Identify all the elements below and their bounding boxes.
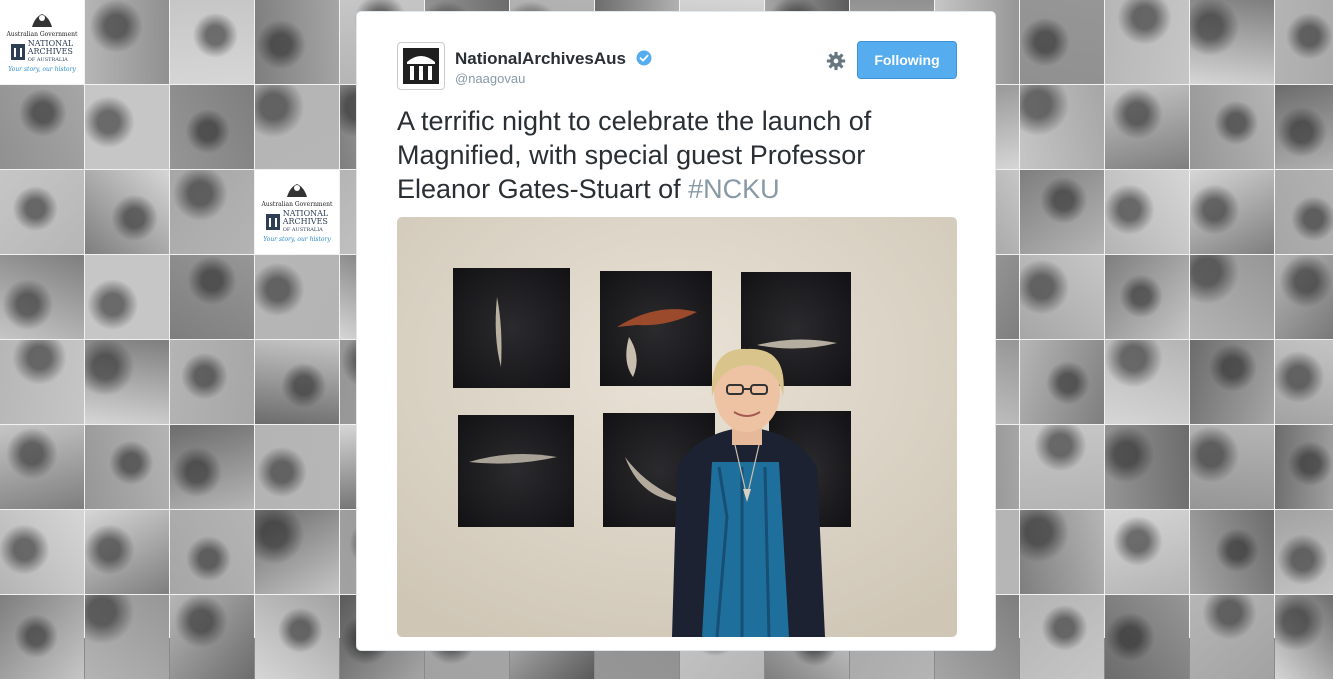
verified-badge-icon: [636, 50, 652, 66]
archive-photo-tile: [1275, 340, 1333, 424]
archive-photo-tile: [1275, 425, 1333, 509]
archive-photo-tile: [255, 255, 339, 339]
archive-photo-tile: [85, 255, 169, 339]
archive-photo-tile: [0, 340, 84, 424]
archive-photo-tile: [255, 85, 339, 169]
archive-photo-tile: [1105, 255, 1189, 339]
archive-photo-tile: [0, 170, 84, 254]
following-button[interactable]: Following: [857, 41, 957, 79]
archive-photo-tile: [1275, 255, 1333, 339]
archive-photo-tile: [0, 510, 84, 594]
archive-photo-tile: [1190, 255, 1274, 339]
archive-photo-tile: [1190, 340, 1274, 424]
archive-photo-tile: [1020, 85, 1104, 169]
archive-photo-tile: [1105, 85, 1189, 169]
archive-photo-tile: [1020, 510, 1104, 594]
archive-photo-tile: [1105, 340, 1189, 424]
archive-photo-tile: [255, 0, 339, 84]
archives-mark-icon: [10, 44, 25, 60]
archive-photo-tile: [1020, 255, 1104, 339]
archive-photo-tile: [170, 510, 254, 594]
gear-icon[interactable]: [825, 50, 847, 72]
coat-of-arms-icon: [32, 14, 52, 27]
tweet-body: A terrific night to celebrate the launch…: [397, 106, 872, 204]
logo-tagline: Your story, our history: [263, 236, 331, 243]
archive-photo-tile: [0, 85, 84, 169]
archive-photo-tile: [85, 425, 169, 509]
archive-photo-tile: [1190, 85, 1274, 169]
archive-photo-tile: [1105, 0, 1189, 84]
archive-photo-tile: [1020, 595, 1104, 679]
archive-photo-tile: [1190, 425, 1274, 509]
logo-government-text: Australian Government: [6, 31, 78, 38]
logo-government-text: Australian Government: [261, 201, 333, 208]
archive-photo-tile: [1190, 170, 1274, 254]
logo-name-line2: ARCHIVES: [27, 47, 73, 56]
tweet-text: A terrific night to celebrate the launch…: [397, 104, 957, 206]
archive-photo-tile: [85, 510, 169, 594]
national-archives-building-icon: [403, 48, 439, 84]
archive-photo-tile: [170, 170, 254, 254]
archive-photo-tile: [1275, 170, 1333, 254]
avatar[interactable]: [397, 42, 445, 90]
coat-of-arms-icon: [287, 184, 307, 197]
archive-photo-tile: [1020, 0, 1104, 84]
logo-name-line2: ARCHIVES: [282, 217, 328, 226]
archive-photo-tile: [1275, 510, 1333, 594]
logo-name-line3: OF AUSTRALIA: [27, 57, 68, 63]
archive-photo-tile: [170, 255, 254, 339]
archive-photo-tile: [1190, 510, 1274, 594]
archive-photo-tile: [170, 0, 254, 84]
archive-photo-tile: [170, 425, 254, 509]
hashtag-link[interactable]: #NCKU: [688, 174, 780, 204]
archive-photo-tile: [255, 510, 339, 594]
archives-mark-icon: [265, 214, 280, 230]
tweet-card: NationalArchivesAus @naagovau Following …: [356, 11, 996, 651]
archive-photo-tile: [1105, 170, 1189, 254]
archive-photo-tile: [1105, 425, 1189, 509]
display-name[interactable]: NationalArchivesAus: [455, 49, 626, 69]
logo-tagline: Your story, our history: [8, 66, 76, 73]
archive-photo-tile: [85, 170, 169, 254]
archive-photo-tile: [1275, 595, 1333, 679]
archive-photo-tile: [170, 595, 254, 679]
archive-photo-tile: [170, 340, 254, 424]
archive-photo-tile: [170, 85, 254, 169]
archive-photo-tile: [0, 425, 84, 509]
archive-photo-tile: [1020, 340, 1104, 424]
user-handle[interactable]: @naagovau: [455, 71, 525, 86]
archive-photo-tile: [255, 595, 339, 679]
archive-photo-tile: [85, 595, 169, 679]
archive-photo-tile: [0, 595, 84, 679]
tweet-photo[interactable]: [397, 217, 957, 637]
archive-photo-tile: [85, 0, 169, 84]
archive-photo-tile: [85, 340, 169, 424]
archive-photo-tile: [1105, 510, 1189, 594]
archive-photo-tile: [1020, 170, 1104, 254]
archive-photo-tile: [1190, 595, 1274, 679]
archive-photo-tile: [255, 340, 339, 424]
archive-photo-tile: [1275, 0, 1333, 84]
national-archives-logo: Australian Government NATIONAL ARCHIVES OF …: [255, 170, 339, 254]
archive-photo-tile: [1275, 85, 1333, 169]
archive-photo-tile: [1105, 595, 1189, 679]
national-archives-logo: Australian Government NATIONAL ARCHIVES OF …: [0, 0, 84, 84]
archive-photo-tile: [85, 85, 169, 169]
logo-name-line3: OF AUSTRALIA: [282, 227, 323, 233]
archive-photo-tile: [1190, 0, 1274, 84]
archive-photo-tile: [1020, 425, 1104, 509]
gallery-photo-image: [397, 217, 957, 637]
archive-photo-tile: [255, 425, 339, 509]
archive-photo-tile: [0, 255, 84, 339]
